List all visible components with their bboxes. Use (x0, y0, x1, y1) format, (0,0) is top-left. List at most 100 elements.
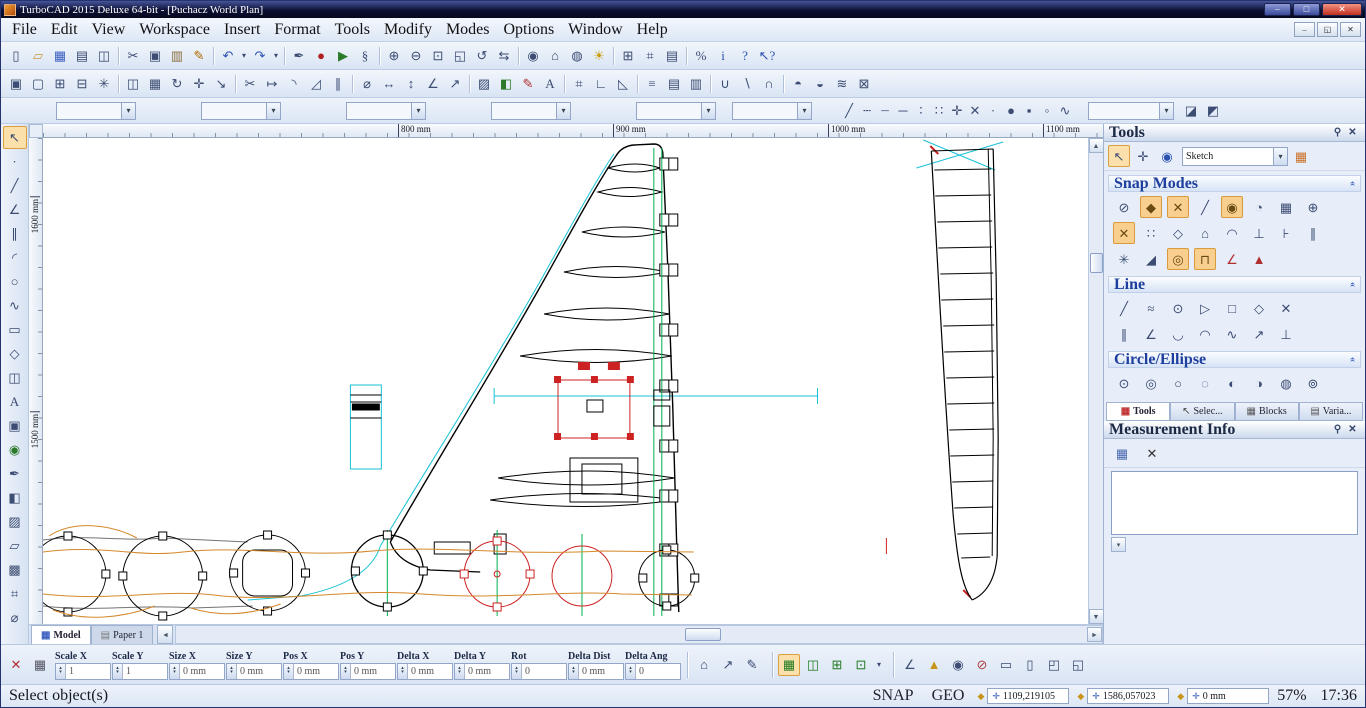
render-button[interactable]: ◍ (566, 45, 588, 67)
menu-options[interactable]: Options (497, 18, 562, 42)
polar-toggle-button[interactable]: ◺ (612, 73, 634, 95)
construction-lines[interactable] (248, 140, 1004, 600)
circle-button[interactable]: ○ (3, 270, 27, 293)
array-button[interactable]: ▦ (144, 73, 166, 95)
ucs-toggle-button[interactable]: ◱ (1067, 654, 1089, 676)
fin-outline[interactable] (390, 144, 678, 612)
spar-lines[interactable] (387, 148, 661, 616)
rot-spinner[interactable]: ▴▾ (512, 664, 522, 679)
macro-record-button[interactable]: ● (310, 45, 332, 67)
menu-format[interactable]: Format (267, 18, 327, 42)
pen-color-combo[interactable]: ▾ (346, 102, 426, 120)
snap-crossing-button[interactable]: ✕ (1113, 222, 1135, 244)
fillet-button[interactable]: ◝ (283, 73, 305, 95)
pen-color-button[interactable]: ✎ (517, 73, 539, 95)
paste-button[interactable]: ▥ (166, 45, 188, 67)
relative-coordinates-button[interactable]: ▦ (778, 654, 800, 676)
text-style-button[interactable]: A (539, 73, 561, 95)
camera-button[interactable]: ⌂ (544, 45, 566, 67)
line-section-header[interactable]: Line « (1108, 276, 1361, 293)
snap-globe-button[interactable]: ◉ (3, 438, 27, 461)
zoom-window-button[interactable]: ⊡ (427, 45, 449, 67)
point-circle-marker-button[interactable]: ◦ (1038, 100, 1056, 122)
pen-style-combo-arrow[interactable]: ▾ (121, 103, 135, 119)
world-view-button[interactable]: ◉ (1156, 145, 1178, 167)
point-dot-marker-button[interactable]: · (984, 100, 1002, 122)
pen-color-combo-arrow[interactable]: ▾ (411, 103, 425, 119)
arc-button[interactable]: ◜ (3, 246, 27, 269)
measurement-info-content[interactable] (1111, 471, 1358, 535)
snap-origin-button[interactable]: ⌂ (1194, 222, 1216, 244)
box-3d-button[interactable]: ◫ (3, 366, 27, 389)
ungroup-button[interactable]: ▢ (27, 73, 49, 95)
tools-pin-button[interactable]: ⚲ (1330, 126, 1345, 140)
snap-grid-points-button[interactable]: ∷ (1140, 222, 1162, 244)
delta-x-input[interactable]: ▴▾0 mm (397, 663, 453, 680)
pos-x-input[interactable]: ▴▾0 mm (283, 663, 339, 680)
edit-values-button[interactable]: ✎ (741, 654, 763, 676)
point-square-marker-button[interactable]: ▪ (1020, 100, 1038, 122)
vertical-ruler[interactable]: 1600 mm1500 mm (29, 138, 43, 624)
circle-2point-button[interactable]: ○ (1167, 372, 1189, 394)
block-insert-button[interactable]: ⊟ (71, 73, 93, 95)
fill-button[interactable]: ◧ (3, 486, 27, 509)
spinner-down-icon[interactable]: ▾ (515, 671, 518, 675)
snap-status-toggle[interactable]: SNAP (868, 686, 919, 706)
script-editor-button[interactable]: § (354, 45, 376, 67)
boolean-subtract-button[interactable]: ∖ (736, 73, 758, 95)
boolean-union-button[interactable]: ∪ (714, 73, 736, 95)
menu-modes[interactable]: Modes (439, 18, 497, 42)
document-minimize-button[interactable]: – (1294, 22, 1315, 37)
horizontal-scroll-thumb[interactable] (685, 628, 721, 641)
cross-marker-button[interactable]: ✛ (948, 100, 966, 122)
style-combo[interactable]: Sketch ▾ (1182, 147, 1288, 166)
spinner-down-icon[interactable]: ▾ (287, 671, 290, 675)
tab-paper-1[interactable]: ▤Paper 1 (91, 625, 154, 644)
dots-four-marker-button[interactable]: ∷ (930, 100, 948, 122)
zoom-out-button[interactable]: ⊖ (405, 45, 427, 67)
tab-tools[interactable]: ▦Tools (1106, 402, 1170, 421)
hatch-tool-button[interactable]: ▨ (3, 510, 27, 533)
angle-reference-button[interactable]: ∠ (899, 654, 921, 676)
menu-insert[interactable]: Insert (217, 18, 267, 42)
horizontal-ruler[interactable]: 800 mm900 mm1000 mm1100 mm1200 mm (43, 124, 1103, 138)
line-perpendicular-button[interactable]: ▷ (1194, 297, 1216, 319)
layers-dialog-button[interactable]: ≡ (641, 73, 663, 95)
help-button[interactable]: ? (734, 45, 756, 67)
line-tangent-arc-button[interactable]: ⊙ (1167, 297, 1189, 319)
brush-style-combo[interactable]: ▾ (491, 102, 571, 120)
spinner-down-icon[interactable]: ▾ (629, 671, 632, 675)
small-part[interactable] (350, 395, 381, 418)
grid-toggle-button[interactable]: ⌗ (639, 45, 661, 67)
fill-color-button[interactable]: ◧ (495, 73, 517, 95)
text-style-combo-arrow[interactable]: ▾ (797, 103, 811, 119)
pen-width-combo-arrow[interactable]: ▾ (266, 103, 280, 119)
scroll-right-button[interactable]: ► (1087, 627, 1102, 642)
circle-tangent-3arc-button[interactable]: ⊚ (1302, 372, 1324, 394)
lock-object-button[interactable]: ⊠ (853, 73, 875, 95)
select-button[interactable]: ↖ (3, 126, 27, 149)
size-x-spinner[interactable]: ▴▾ (170, 664, 180, 679)
zoom-level[interactable]: 57% (1277, 687, 1306, 705)
measurement-table-button[interactable]: ▦ (1111, 442, 1133, 464)
pattern-options-button[interactable]: ◪ (1180, 100, 1202, 122)
arc-start-end-button[interactable]: ◡ (1167, 323, 1189, 345)
image-insert-button[interactable]: ▣ (3, 414, 27, 437)
lights-button[interactable]: ☀ (588, 45, 610, 67)
geo-status-toggle[interactable]: GEO (927, 686, 970, 706)
warning-indicator-button[interactable]: ▲ (923, 654, 945, 676)
scale-x-spinner[interactable]: ▴▾ (56, 664, 66, 679)
ellipse-rotated-button[interactable]: ◑ (1248, 372, 1270, 394)
tab-selec[interactable]: ↖Selec... (1170, 402, 1234, 421)
chamfer-button[interactable]: ◿ (305, 73, 327, 95)
size-y-spinner[interactable]: ▴▾ (227, 664, 237, 679)
line-diagonal-marker-button[interactable]: ╱ (840, 100, 858, 122)
new-file-button[interactable]: ▯ (5, 45, 27, 67)
spinner-down-icon[interactable]: ▾ (173, 671, 176, 675)
scale-x-input[interactable]: ▴▾1 (55, 663, 111, 680)
spinner-down-icon[interactable]: ▾ (401, 671, 404, 675)
save-file-button[interactable]: ▦ (49, 45, 71, 67)
circle-concentric-button[interactable]: ◎ (1140, 372, 1162, 394)
measurement-close-button[interactable]: ✕ (1345, 423, 1360, 437)
pen-tool-button[interactable]: ✒ (288, 45, 310, 67)
